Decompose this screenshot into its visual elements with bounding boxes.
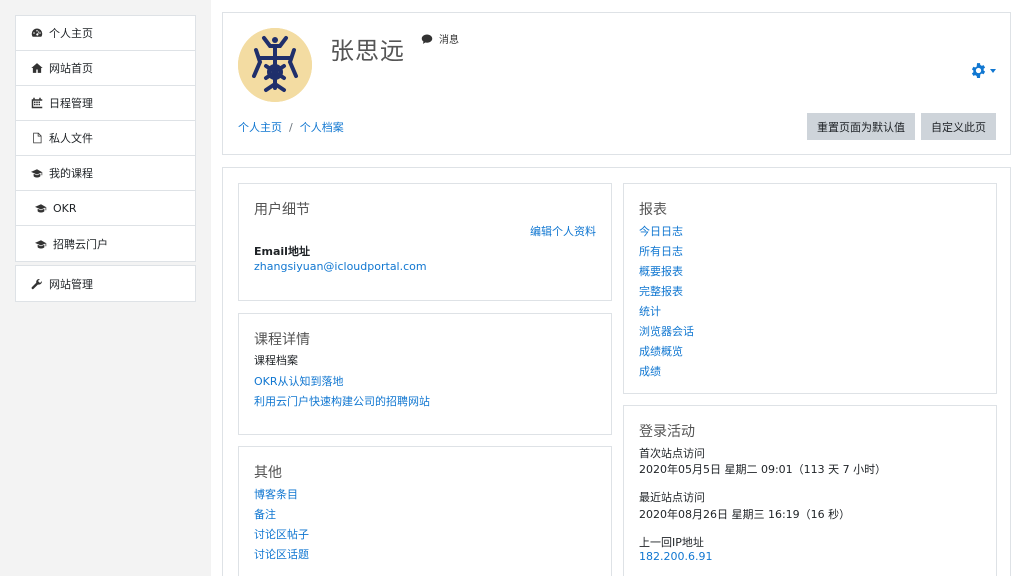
breadcrumb: 个人主页 / 个人档案	[238, 119, 344, 135]
section-title: 报表	[639, 202, 667, 218]
report-link[interactable]: 统计	[639, 303, 661, 319]
sidebar-item-label: 招聘云门户	[53, 237, 108, 251]
report-link[interactable]: 概要报表	[639, 263, 683, 279]
sidebar-main-nav: 个人主页 网站首页 日程管理 私人文件 我的课程 OKR 招聘云门户	[15, 15, 196, 262]
sidebar-item-private-files[interactable]: 私人文件	[16, 121, 195, 156]
last-access-label: 最近站点访问	[639, 491, 705, 504]
customize-page-button[interactable]: 自定义此页	[921, 113, 996, 140]
sidebar-admin-nav: 网站管理	[15, 265, 196, 302]
email-label: Email地址	[254, 245, 310, 258]
last-ip-link[interactable]: 182.200.6.91	[639, 550, 712, 563]
message-label: 消息	[439, 35, 459, 46]
sidebar-item-label: 私人文件	[49, 132, 93, 145]
sidebar-item-my-courses[interactable]: 我的课程	[16, 156, 195, 191]
graduation-cap-icon	[30, 167, 43, 180]
course-link[interactable]: 利用云门户快速构建公司的招聘网站	[254, 393, 430, 409]
sidebar-item-calendar[interactable]: 日程管理	[16, 86, 195, 121]
breadcrumb-item-profile[interactable]: 个人档案	[300, 119, 344, 135]
section-title: 登录活动	[639, 424, 695, 440]
course-link[interactable]: OKR从认知到落地	[254, 373, 344, 389]
last-access-value: 2020年08月26日 星期三 16:19（16 秒）	[639, 508, 851, 521]
section-title: 用户细节	[254, 202, 310, 218]
course-details-section: 课程详情 课程档案 OKR从认知到落地 利用云门户快速构建公司的招聘网站	[238, 313, 612, 435]
avatar[interactable]	[238, 28, 312, 102]
email-link[interactable]: zhangsiyuan@icloudportal.com	[254, 260, 427, 273]
chat-bubble-icon	[421, 34, 433, 44]
sidebar-item-label: OKR	[53, 201, 77, 215]
course-profile-label: 课程档案	[254, 354, 298, 367]
gear-icon	[971, 63, 986, 78]
settings-menu-button[interactable]	[970, 62, 996, 79]
login-activity-section: 登录活动 首次站点访问 2020年05月5日 星期二 09:01（113 天 7…	[623, 405, 997, 576]
wrench-icon	[30, 277, 43, 290]
forum-posts-link[interactable]: 讨论区帖子	[254, 526, 309, 542]
report-link[interactable]: 成绩概览	[639, 343, 683, 359]
sidebar-item-site-admin[interactable]: 网站管理	[16, 266, 195, 301]
graduation-cap-icon	[34, 202, 47, 215]
breadcrumb-separator: /	[289, 120, 293, 134]
page-header: 张思远 消息 个人主页 / 个人档案 重置页面为默认值 自定义此页	[222, 12, 1011, 155]
sidebar-item-label: 网站首页	[49, 62, 93, 75]
report-link[interactable]: 所有日志	[639, 243, 683, 259]
reset-page-button[interactable]: 重置页面为默认值	[807, 113, 915, 140]
notes-link[interactable]: 备注	[254, 506, 276, 522]
chevron-down-icon	[990, 68, 996, 73]
sidebar-item-label: 日程管理	[49, 97, 93, 110]
calendar-icon	[30, 97, 43, 110]
forum-discussions-link[interactable]: 讨论区话题	[254, 546, 309, 562]
user-details-section: 用户细节 编辑个人资料 Email地址 zhangsiyuan@icloudpo…	[238, 183, 612, 301]
sidebar-item-label: 个人主页	[49, 27, 93, 40]
report-link[interactable]: 完整报表	[639, 283, 683, 299]
sidebar-item-okr[interactable]: OKR	[16, 191, 195, 226]
graduation-cap-icon	[34, 237, 47, 250]
home-icon	[30, 62, 43, 75]
report-link[interactable]: 浏览器会话	[639, 323, 694, 339]
report-link[interactable]: 成绩	[639, 363, 661, 379]
first-access-value: 2020年05月5日 星期二 09:01（113 天 7 小时）	[639, 463, 887, 476]
section-title: 其他	[254, 465, 282, 481]
user-name: 张思远	[330, 37, 405, 65]
sidebar: 个人主页 网站首页 日程管理 私人文件 我的课程 OKR 招聘云门户 网站管理	[15, 15, 196, 305]
report-link[interactable]: 今日日志	[639, 223, 683, 239]
sidebar-item-dashboard[interactable]: 个人主页	[16, 16, 195, 51]
sidebar-item-site-home[interactable]: 网站首页	[16, 51, 195, 86]
first-access-label: 首次站点访问	[639, 447, 705, 460]
message-link[interactable]: 消息	[421, 31, 459, 46]
blog-entries-link[interactable]: 博客条目	[254, 486, 298, 502]
profile-content: 用户细节 编辑个人资料 Email地址 zhangsiyuan@icloudpo…	[222, 167, 1011, 576]
dashboard-icon	[30, 27, 43, 40]
last-ip-label: 上一回IP地址	[639, 536, 704, 549]
reports-section: 报表 今日日志 所有日志 概要报表 完整报表 统计 浏览器会话 成绩概览 成绩	[623, 183, 997, 394]
section-title: 课程详情	[254, 332, 310, 348]
breadcrumb-item-dashboard[interactable]: 个人主页	[238, 119, 282, 135]
edit-profile-link[interactable]: 编辑个人资料	[530, 223, 596, 239]
file-icon	[30, 132, 43, 145]
other-section: 其他 博客条目 备注 讨论区帖子 讨论区话题	[238, 446, 612, 576]
sidebar-item-recruit-portal[interactable]: 招聘云门户	[16, 226, 195, 261]
sidebar-item-label: 网站管理	[49, 277, 93, 291]
sidebar-item-label: 我的课程	[49, 167, 93, 180]
